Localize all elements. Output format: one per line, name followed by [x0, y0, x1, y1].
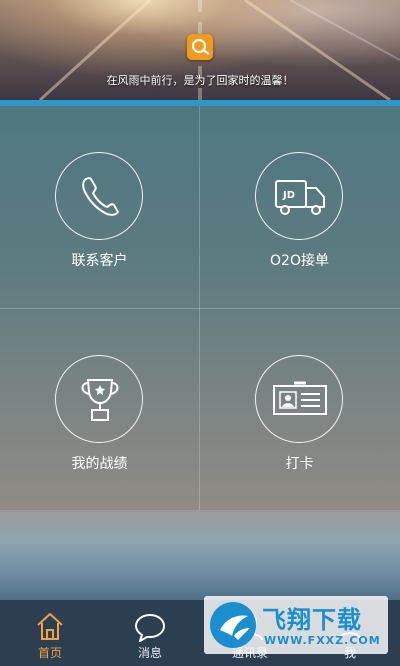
nav-item-home[interactable]: 首页 — [0, 600, 100, 666]
app-logo-icon — [187, 34, 213, 60]
watermark-logo-icon — [210, 602, 256, 648]
nav-label: 首页 — [37, 646, 62, 660]
function-grid: 联系客户 JD O2O接单 我的战绩 打卡 — [0, 106, 400, 510]
home-icon — [37, 613, 63, 640]
nav-item-messages[interactable]: 消息 — [100, 600, 200, 666]
tile-my-achievements[interactable]: 我的战绩 — [0, 309, 199, 511]
tile-label: 联系客户 — [71, 253, 128, 269]
site-watermark: 飞翔下载 WWW.FXXZ.COM — [204, 596, 388, 654]
watermark-title: 飞翔下载 — [262, 606, 362, 634]
tile-label: O2O接单 — [270, 253, 329, 269]
tile-check-in[interactable]: 打卡 — [200, 309, 399, 511]
id-card-icon — [255, 355, 343, 443]
tile-label: 我的战绩 — [71, 456, 128, 472]
svg-text:JD: JD — [282, 190, 295, 201]
background-lower-band — [0, 510, 400, 600]
trophy-icon — [55, 355, 143, 443]
phone-icon — [55, 152, 143, 240]
banner-slogan: 在风雨中前行，是为了回家时的温馨！ — [106, 74, 294, 87]
tile-label: 打卡 — [285, 456, 314, 472]
jd-delivery-truck-icon: JD — [255, 152, 343, 240]
watermark-url: WWW.FXXZ.COM — [264, 634, 381, 647]
chat-bubble-icon — [135, 614, 165, 642]
tile-contact-customer[interactable]: 联系客户 — [0, 106, 199, 308]
nav-label: 消息 — [137, 646, 162, 660]
tile-o2o-orders[interactable]: JD O2O接单 — [200, 106, 399, 308]
header-banner: 在风雨中前行，是为了回家时的温馨！ — [0, 0, 400, 100]
